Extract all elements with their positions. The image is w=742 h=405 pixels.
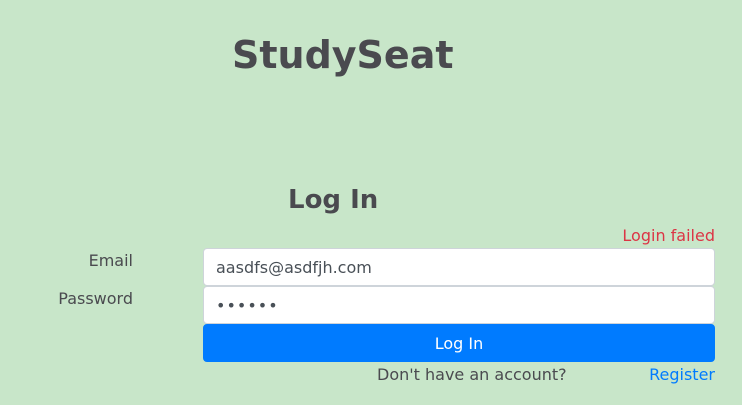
password-field[interactable] [203,286,715,324]
app-title: StudySeat [232,33,454,77]
email-label: Email [88,251,133,270]
email-field[interactable] [203,248,715,286]
password-label: Password [58,289,133,308]
error-message: Login failed [622,226,715,245]
account-prompt: Don't have an account? [377,365,567,384]
login-button[interactable]: Log In [203,324,715,362]
register-link[interactable]: Register [649,365,715,385]
form-title: Log In [288,185,379,215]
